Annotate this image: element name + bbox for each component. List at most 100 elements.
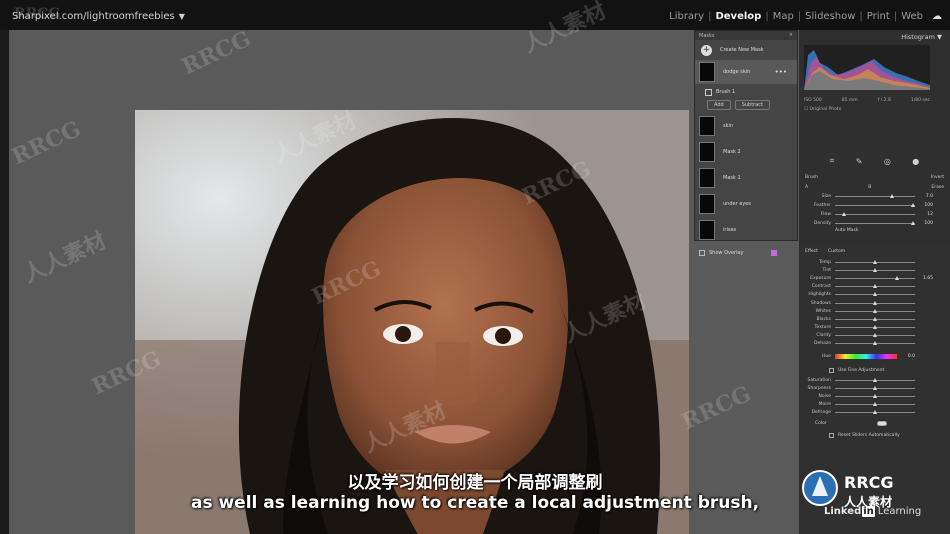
left-panel-collapsed[interactable]	[0, 30, 9, 534]
sharpness-slider[interactable]: Sharpness	[805, 384, 944, 392]
slider-track[interactable]	[835, 203, 915, 207]
noise-slider[interactable]: Noise	[805, 392, 944, 400]
identity-plate[interactable]: Sharpixel.com/lightroomfreebies ▼	[12, 11, 185, 22]
slider-track[interactable]	[835, 385, 915, 390]
defringe-slider[interactable]: Defringe	[805, 409, 944, 417]
slider-track[interactable]	[835, 341, 915, 346]
add-button[interactable]: Add	[707, 100, 731, 110]
shadows-slider[interactable]: Shadows	[805, 299, 944, 307]
color-swatch[interactable]	[876, 421, 887, 426]
highlights-slider[interactable]: Highlights	[805, 291, 944, 299]
slider-knob[interactable]	[872, 259, 877, 264]
slider-knob[interactable]	[872, 333, 877, 338]
slider-track[interactable]	[835, 194, 915, 198]
overlay-color-swatch[interactable]	[771, 250, 777, 256]
show-overlay-checkbox[interactable]	[699, 250, 705, 256]
texture-slider[interactable]: Texture	[805, 324, 944, 332]
slider-track[interactable]	[835, 300, 915, 305]
mask-item[interactable]: dodge skin •••	[695, 60, 797, 84]
blacks-slider[interactable]: Blacks	[805, 315, 944, 323]
slider-knob[interactable]	[872, 385, 877, 390]
mask-item[interactable]: Mask 1	[695, 166, 797, 190]
photo-canvas[interactable]	[9, 30, 799, 534]
slider-knob[interactable]	[872, 341, 877, 346]
brush-b-button[interactable]: B	[868, 185, 871, 190]
mask-item[interactable]: under eyes	[695, 192, 797, 216]
fine-adjustment-checkbox[interactable]	[829, 368, 834, 374]
hue-slider[interactable]: Hue 0.0	[805, 352, 944, 361]
density-slider[interactable]: Density 100	[805, 219, 944, 228]
slider-track[interactable]	[835, 259, 915, 264]
close-icon[interactable]: ×	[789, 32, 793, 38]
clarity-slider[interactable]: Clarity	[805, 332, 944, 340]
flow-slider[interactable]: Flow 12	[805, 210, 944, 219]
contrast-slider[interactable]: Contrast	[805, 283, 944, 291]
whites-slider[interactable]: Whites	[805, 307, 944, 315]
slider-track[interactable]	[835, 402, 915, 407]
slider-knob[interactable]	[872, 394, 877, 399]
brush-a-button[interactable]: A	[805, 185, 808, 190]
module-develop[interactable]: Develop	[712, 11, 764, 22]
module-map[interactable]: Map	[770, 11, 797, 22]
slider-track[interactable]	[835, 275, 915, 280]
slider-knob[interactable]	[872, 308, 877, 313]
slider-track[interactable]	[835, 325, 915, 330]
show-overlay-toggle[interactable]: Show Overlay	[695, 244, 797, 262]
slider-knob[interactable]	[872, 292, 877, 297]
cloud-icon[interactable]: ☁	[932, 11, 942, 22]
reset-sliders-checkbox[interactable]	[829, 433, 834, 438]
slider-track[interactable]	[835, 212, 915, 216]
slider-track[interactable]	[835, 316, 915, 321]
brush-component[interactable]: Brush 1	[695, 86, 797, 98]
slider-track[interactable]	[835, 377, 915, 382]
slider-knob[interactable]	[910, 203, 915, 207]
invert-checkbox[interactable]: Invert	[931, 175, 944, 180]
original-photo-toggle[interactable]: ☐ Original Photo	[804, 107, 841, 112]
histogram[interactable]	[804, 45, 930, 90]
slider-track[interactable]	[835, 284, 915, 289]
slider-knob[interactable]	[842, 212, 847, 216]
masking-icon[interactable]: ●	[912, 157, 919, 166]
saturation-slider[interactable]: Saturation	[805, 376, 944, 384]
slider-knob[interactable]	[872, 325, 877, 330]
slider-knob[interactable]	[872, 267, 877, 272]
slider-track[interactable]	[835, 308, 915, 313]
exposure-slider[interactable]: Exposure 1.65	[805, 274, 944, 282]
moire-slider[interactable]: Moire	[805, 401, 944, 409]
slider-track[interactable]	[835, 221, 915, 225]
slider-track[interactable]	[835, 333, 915, 338]
hue-track[interactable]	[835, 354, 897, 360]
reset-sliders-toggle[interactable]: Reset Sliders Automatically	[805, 430, 944, 441]
tint-slider[interactable]: Tint	[805, 266, 944, 274]
slider-knob[interactable]	[872, 316, 877, 321]
slider-knob[interactable]	[910, 221, 915, 225]
create-new-mask-button[interactable]: + Create New Mask	[695, 40, 797, 60]
slider-track[interactable]	[835, 292, 915, 297]
histogram-header[interactable]: Histogram ▼	[799, 30, 950, 44]
slider-knob[interactable]	[872, 410, 877, 415]
slider-knob[interactable]	[894, 275, 899, 280]
module-slideshow[interactable]: Slideshow	[802, 11, 858, 22]
slider-knob[interactable]	[872, 284, 877, 289]
effect-preset-dropdown[interactable]: Custom	[828, 249, 845, 254]
subtract-button[interactable]: Subtract	[734, 100, 770, 110]
slider-track[interactable]	[835, 394, 915, 399]
slider-track[interactable]	[835, 410, 915, 415]
temp-slider[interactable]: Temp	[805, 258, 944, 266]
module-web[interactable]: Web	[898, 11, 926, 22]
brush-erase-button[interactable]: Erase	[931, 185, 944, 190]
red-eye-icon[interactable]: ◎	[884, 157, 891, 166]
module-library[interactable]: Library	[666, 11, 707, 22]
slider-knob[interactable]	[872, 402, 877, 407]
slider-knob[interactable]	[872, 377, 877, 382]
dehaze-slider[interactable]: Dehaze	[805, 340, 944, 348]
slider-track[interactable]	[835, 267, 915, 272]
more-options-icon[interactable]: •••	[775, 68, 787, 76]
fine-adjustment-toggle[interactable]: Use Fine Adjustment	[805, 365, 944, 376]
size-slider[interactable]: Size 7.0	[805, 192, 944, 201]
slider-knob[interactable]	[872, 300, 877, 305]
healing-icon[interactable]: ✎	[856, 157, 863, 166]
crop-icon[interactable]: ⌗	[830, 156, 835, 166]
feather-slider[interactable]: Feather 100	[805, 201, 944, 210]
mask-item[interactable]: irises	[695, 218, 797, 242]
